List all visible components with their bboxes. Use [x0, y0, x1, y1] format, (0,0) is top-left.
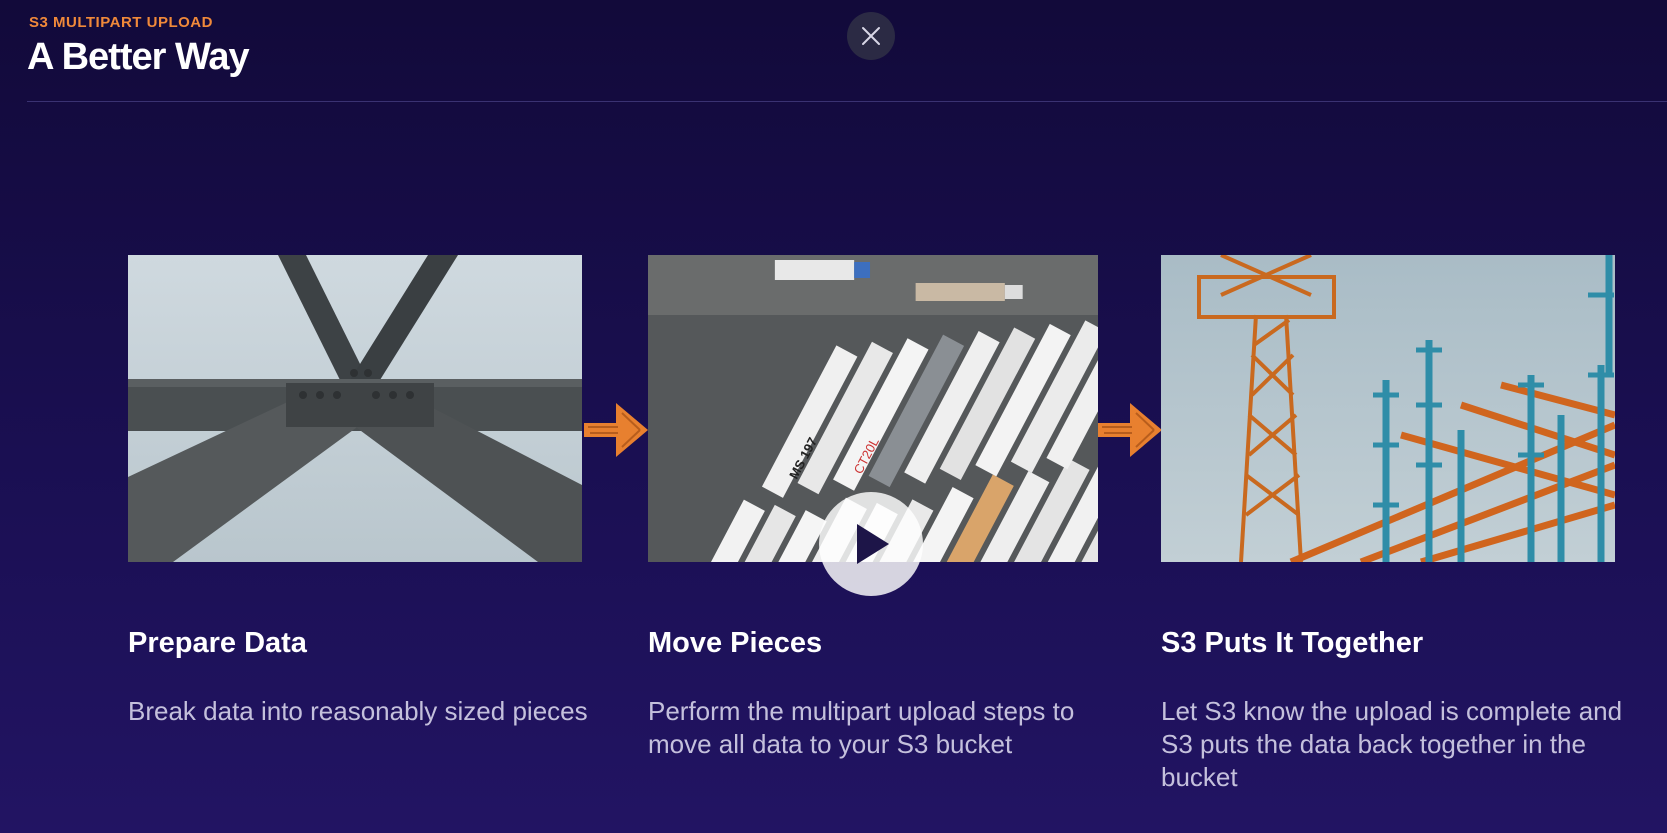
step-title: S3 Puts It Together	[1161, 627, 1424, 659]
header-divider	[27, 101, 1667, 102]
play-icon	[857, 524, 889, 564]
step-s3-puts-it-together: S3 Puts It Together Let S3 know the uplo…	[1161, 255, 1622, 792]
close-icon	[862, 27, 880, 45]
page-title: A Better Way	[27, 36, 250, 78]
close-button[interactable]	[847, 12, 895, 60]
arrow-right-icon	[584, 403, 648, 457]
page: S3 MULTIPART UPLOAD A Better Way Prepare…	[0, 0, 1667, 833]
steel-beams-photo	[128, 255, 582, 562]
step-description: Let S3 know the upload is complete and S…	[1161, 696, 1623, 792]
step-title: Move Pieces	[648, 627, 823, 659]
step-prepare-data: Prepare Data Break data into reasonably …	[128, 255, 588, 726]
section-eyebrow: S3 MULTIPART UPLOAD	[29, 14, 213, 31]
arrow-right-icon	[1098, 403, 1162, 457]
construction-crane-photo	[1161, 255, 1615, 562]
step-description: Break data into reasonably sized pieces	[128, 696, 588, 726]
step-title: Prepare Data	[128, 627, 307, 659]
step-description: Perform the multipart upload steps to mo…	[648, 696, 1075, 759]
play-video-button[interactable]	[819, 492, 923, 596]
